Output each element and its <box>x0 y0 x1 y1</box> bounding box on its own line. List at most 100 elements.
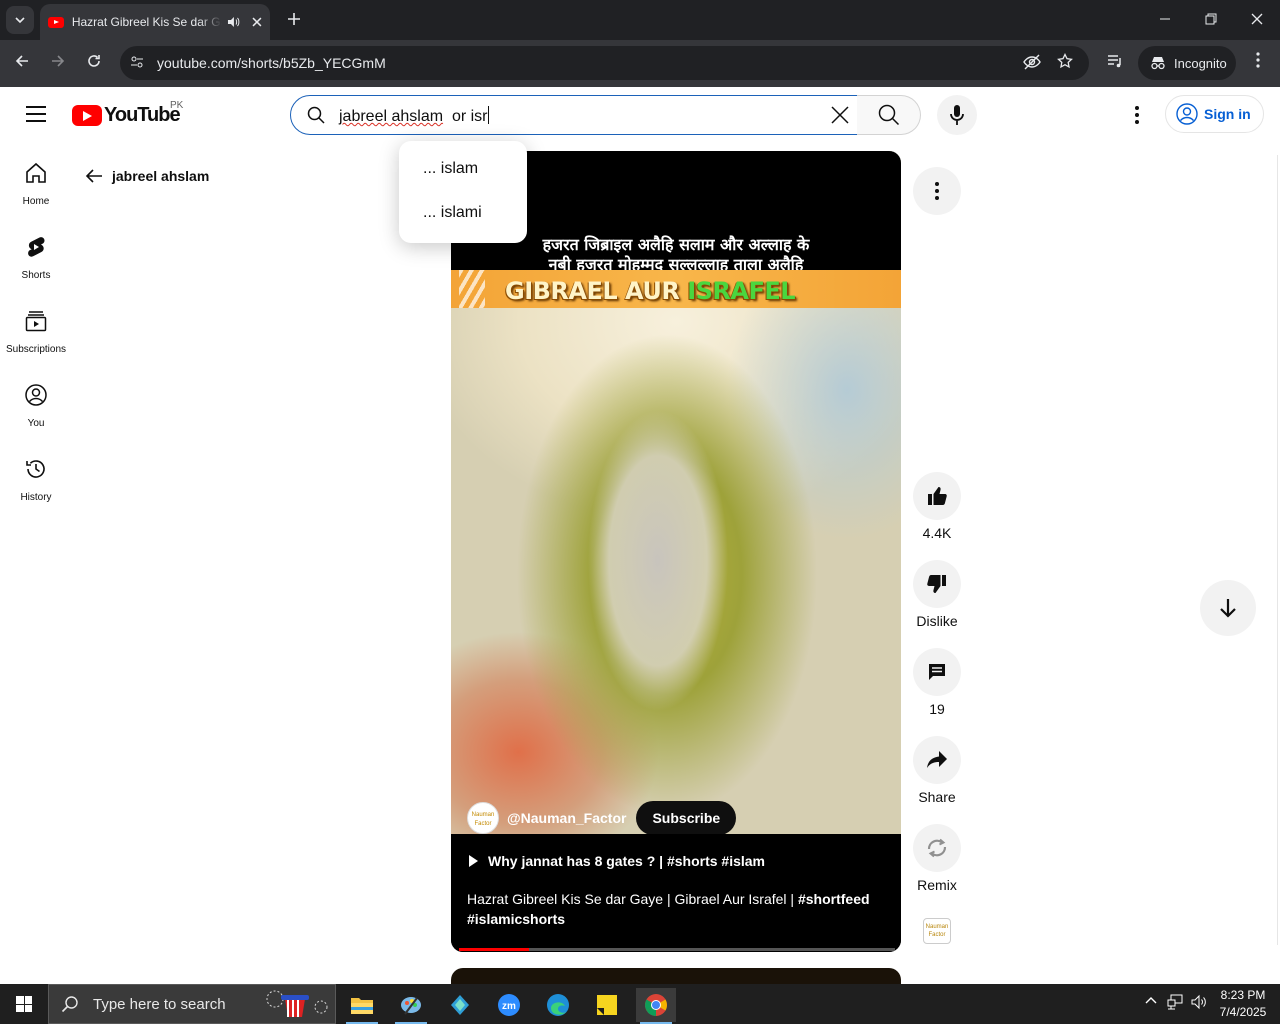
site-info-button[interactable] <box>128 54 146 72</box>
chevron-up-icon <box>1145 997 1157 1004</box>
clear-search-icon[interactable] <box>829 104 851 126</box>
comment-count: 19 <box>929 701 945 717</box>
clock-time: 8:23 PM <box>1220 988 1266 1002</box>
search-query-rest: or isr <box>443 108 488 125</box>
thumbs-down-icon <box>927 575 946 593</box>
taskbar-app-chrome[interactable] <box>636 988 676 1024</box>
browser-tab-active[interactable]: Hazrat Gibreel Kis Se dar Gaye | Gibrael… <box>40 4 270 40</box>
volume-button[interactable] <box>1189 994 1209 1013</box>
sound-source-thumbnail[interactable]: Nauman Factor <box>923 918 951 944</box>
url-text[interactable]: youtube.com/shorts/b5Zb_YECGmM <box>157 55 386 71</box>
arrow-right-icon <box>52 55 65 67</box>
search-suggestions: ... islam ... islami <box>399 141 527 243</box>
guide-item-you[interactable]: You <box>0 365 72 439</box>
search-button[interactable] <box>857 95 921 135</box>
youtube-logo-text: YouTube <box>104 104 181 126</box>
tab-close-icon[interactable] <box>252 17 262 27</box>
taskbar-app-vpn[interactable] <box>440 988 480 1022</box>
speaker-icon[interactable] <box>226 15 240 29</box>
guide-item-shorts[interactable]: Shorts <box>0 217 72 291</box>
page-scrollbar[interactable] <box>1277 155 1278 945</box>
network-icon <box>1167 994 1183 1010</box>
comments-button[interactable] <box>913 648 961 696</box>
share-button[interactable] <box>913 736 961 784</box>
search-query[interactable]: jabreel ahslam or isr <box>339 106 489 126</box>
channel-avatar[interactable]: Nauman Factor <box>467 802 499 834</box>
sound-source-logo: Nauman Factor <box>925 924 949 938</box>
eye-off-icon <box>1023 54 1041 70</box>
forward-button[interactable] <box>45 50 71 76</box>
share-icon <box>927 751 947 768</box>
more-actions-button[interactable] <box>913 167 961 215</box>
tracking-protection-button[interactable] <box>1022 53 1042 73</box>
hashtag-link[interactable]: #islamicshorts <box>467 911 565 927</box>
chrome-browser-icon <box>645 994 667 1016</box>
voice-search-button[interactable] <box>937 95 977 135</box>
back-button[interactable] <box>9 50 35 76</box>
guide-item-history[interactable]: History <box>0 439 72 513</box>
restore-button[interactable] <box>1196 8 1226 32</box>
address-bar[interactable]: youtube.com/shorts/b5Zb_YECGmM <box>120 46 1089 80</box>
taskbar-app-paint[interactable] <box>391 988 431 1024</box>
network-button[interactable] <box>1165 994 1185 1013</box>
show-hidden-icons-button[interactable] <box>1141 994 1161 1010</box>
remix-button[interactable] <box>913 824 961 872</box>
taskbar-clock[interactable]: 8:23 PM 7/4/2025 <box>1214 987 1272 1021</box>
settings-menu-icon[interactable] <box>1126 103 1148 127</box>
start-button[interactable] <box>0 984 48 1024</box>
account-icon <box>1176 103 1198 125</box>
next-video-button[interactable] <box>1200 580 1256 636</box>
youtube-play-icon <box>72 105 102 126</box>
text-caret <box>487 106 489 124</box>
taskbar-file-explorer[interactable] <box>342 988 382 1024</box>
browser-toolbar: youtube.com/shorts/b5Zb_YECGmM Incognito <box>0 40 1280 87</box>
thumbs-up-icon <box>928 487 947 505</box>
microphone-icon <box>950 105 964 125</box>
like-button[interactable] <box>913 472 961 520</box>
media-controls-button[interactable] <box>1102 50 1128 76</box>
video-title-banner: GIBRAEL AUR ISRAFEL <box>451 270 901 308</box>
taskbar-app-edge[interactable] <box>538 988 578 1022</box>
taskbar-app-zoom[interactable]: zm <box>489 988 529 1022</box>
shorts-player[interactable]: हजरत जिब्राइल अलैहि सलाम और अल्लाह के नब… <box>451 151 901 952</box>
tab-search-button[interactable] <box>6 6 34 34</box>
windows-taskbar: Type here to search zm 8:23 PM 7/4/2025 <box>0 984 1280 1024</box>
video-description[interactable]: Hazrat Gibreel Kis Se dar Gaye | Gibrael… <box>467 889 877 929</box>
banner-text: GIBRAEL AUR ISRAFEL <box>505 277 796 305</box>
taskbar-app-sticky-notes[interactable] <box>587 988 627 1022</box>
guide-menu-icon[interactable] <box>26 106 46 122</box>
suggestion-item[interactable]: ... islami <box>399 193 527 237</box>
sign-in-button[interactable]: Sign in <box>1165 95 1264 133</box>
video-progress-bar[interactable] <box>459 948 895 951</box>
arrow-left-icon <box>15 55 28 67</box>
search-query-misspelled: jabreel ahslam <box>339 108 444 125</box>
browser-menu-button[interactable] <box>1248 52 1268 75</box>
guide-item-home[interactable]: Home <box>0 143 72 217</box>
country-code: PK <box>170 100 184 111</box>
taskbar-search-box[interactable]: Type here to search <box>48 984 336 1024</box>
minimize-button[interactable] <box>1150 8 1180 32</box>
bookmark-button[interactable] <box>1055 52 1075 73</box>
queue-music-icon <box>1108 55 1121 68</box>
back-to-search-label[interactable]: jabreel ahslam <box>112 168 209 184</box>
close-window-button[interactable] <box>1242 8 1272 32</box>
hashtag-link[interactable]: #shortfeed <box>798 891 870 907</box>
restore-icon <box>1205 13 1217 25</box>
related-video-link[interactable]: Why jannat has 8 gates ? | #shorts #isla… <box>469 853 765 869</box>
tab-title: Hazrat Gibreel Kis Se dar Gaye | Gibrael… <box>71 15 222 29</box>
back-arrow-icon[interactable] <box>84 166 104 186</box>
youtube-logo[interactable]: YouTube <box>72 104 181 127</box>
new-tab-button[interactable] <box>282 8 306 32</box>
search-input[interactable]: jabreel ahslam or isr <box>290 95 858 135</box>
guide-item-subscriptions[interactable]: Subscriptions <box>0 291 72 365</box>
suggestion-item[interactable]: ... islam <box>399 149 527 193</box>
channel-name[interactable]: @Nauman_Factor <box>507 810 626 826</box>
play-icon <box>469 855 478 867</box>
reload-button[interactable] <box>81 50 107 76</box>
minimize-icon <box>1160 18 1170 20</box>
subscribe-button[interactable]: Subscribe <box>636 801 737 835</box>
video-metadata: Why jannat has 8 gates ? | #shorts #isla… <box>451 834 901 952</box>
guide-label: Shorts <box>21 270 51 281</box>
dislike-button[interactable] <box>913 560 961 608</box>
incognito-chip[interactable]: Incognito <box>1138 46 1236 80</box>
